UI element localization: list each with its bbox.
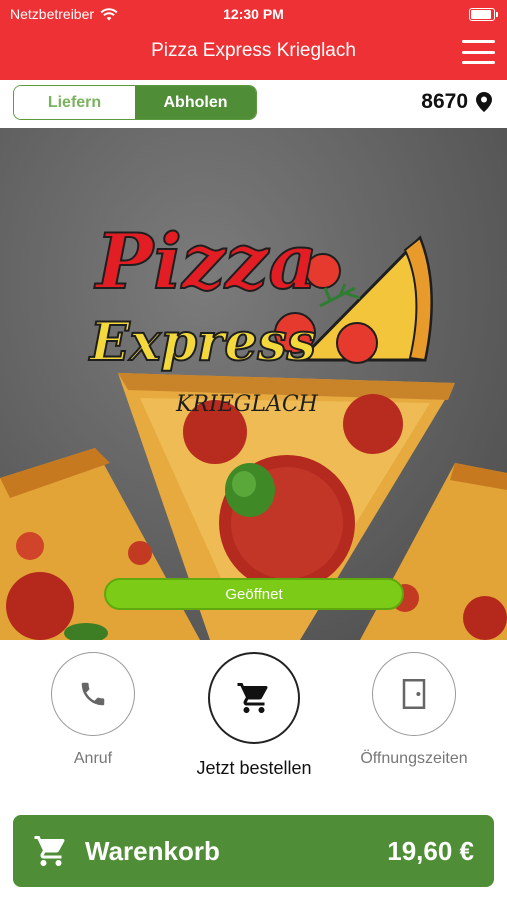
postal-code-selector[interactable]: 8670 (421, 90, 492, 114)
opening-hours-label: Öffnungszeiten (360, 750, 468, 767)
battery-icon (469, 8, 498, 21)
action-hours: Öffnungszeiten (344, 652, 484, 768)
open-status-badge: Geöffnet (104, 578, 404, 610)
action-order: Jetzt bestellen (184, 652, 324, 779)
order-mode-toggle: Liefern Abholen (13, 85, 257, 120)
pizza-photo: Pizza Express KRIEGLACH (0, 216, 507, 640)
shopping-cart-icon (237, 683, 268, 713)
phone-icon (81, 682, 105, 706)
order-now-button[interactable] (208, 652, 300, 744)
tab-pickup[interactable]: Abholen (135, 86, 256, 119)
door-icon (402, 679, 426, 709)
opening-hours-button[interactable] (372, 652, 456, 736)
cart-button[interactable]: Warenkorb 19,60 € (13, 815, 494, 887)
app-header: Netzbetreiber 12:30 PM Pizza Express Kri… (0, 0, 507, 80)
action-call: Anruf (23, 652, 163, 768)
order-mode-bar: Liefern Abholen 8670 (0, 80, 507, 128)
hero-banner: Pizza Express KRIEGLACH Geöffnet (0, 128, 507, 640)
shopping-cart-icon (34, 836, 65, 866)
cart-label: Warenkorb (85, 835, 220, 866)
tab-delivery[interactable]: Liefern (14, 86, 135, 119)
quick-actions: Anruf Jetzt bestellen Öffnungszeiten (0, 640, 507, 800)
logo-town: KRIEGLACH (175, 392, 319, 417)
cart-total: 19,60 € (387, 835, 474, 866)
hamburger-menu-icon[interactable] (462, 40, 495, 64)
call-button[interactable] (51, 652, 135, 736)
map-pin-icon (476, 92, 492, 112)
page-title: Pizza Express Krieglach (151, 40, 356, 61)
logo-word-pizza: Pizza (94, 217, 318, 306)
call-label: Anruf (73, 750, 113, 767)
status-time: 12:30 PM (223, 6, 284, 22)
order-now-label: Jetzt bestellen (196, 758, 312, 778)
postal-code: 8670 (421, 90, 468, 113)
logo-word-express: Express (88, 312, 316, 373)
